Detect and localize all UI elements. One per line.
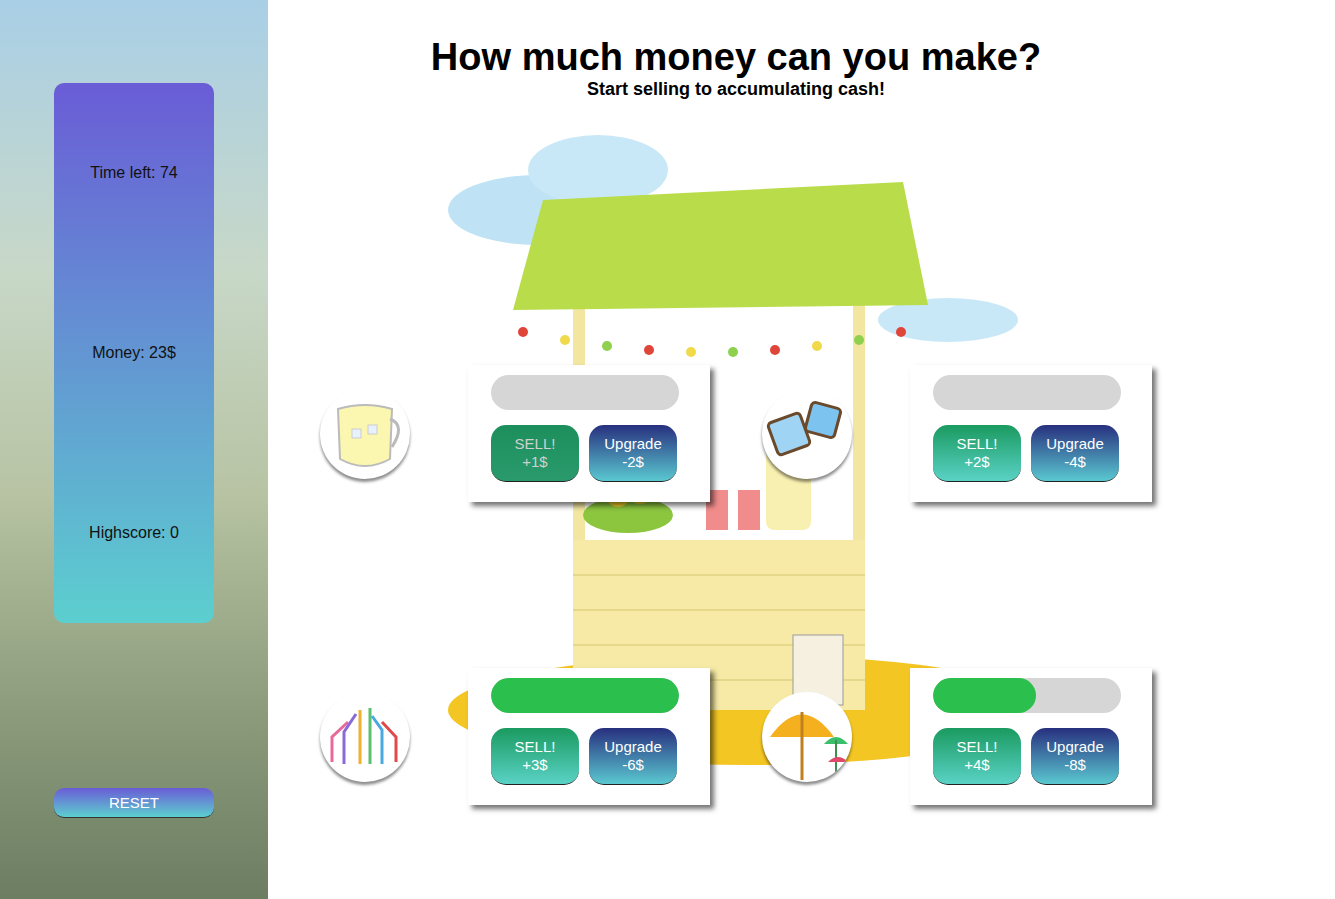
sell-button[interactable]: SELL!+1$ bbox=[491, 425, 579, 482]
upgrade-button[interactable]: Upgrade-8$ bbox=[1031, 728, 1119, 785]
reset-button[interactable]: RESET bbox=[54, 788, 214, 818]
ice-icon bbox=[762, 389, 852, 479]
content: How much money can you make?Start sellin… bbox=[320, 0, 1152, 805]
progress-fill bbox=[491, 678, 679, 713]
pitcher-icon bbox=[320, 389, 410, 479]
stat-text: Highscore: 0 bbox=[89, 524, 179, 542]
upgrade-button[interactable]: Upgrade-2$ bbox=[589, 425, 677, 482]
button-row: SELL!+4$Upgrade-8$ bbox=[933, 728, 1129, 785]
progress-fill bbox=[933, 678, 1036, 713]
sell-button[interactable]: SELL!+4$ bbox=[933, 728, 1021, 785]
shop-item: SELL!+1$Upgrade-2$ bbox=[320, 365, 710, 502]
sell-button[interactable]: SELL!+2$ bbox=[933, 425, 1021, 482]
shop-card: SELL!+1$Upgrade-2$ bbox=[468, 365, 710, 502]
upgrade-button[interactable]: Upgrade-6$ bbox=[589, 728, 677, 785]
progress-bar bbox=[491, 375, 679, 410]
umbrella-icon bbox=[762, 692, 852, 782]
button-row: SELL!+3$Upgrade-6$ bbox=[491, 728, 687, 785]
shop-item: SELL!+2$Upgrade-4$ bbox=[762, 365, 1152, 502]
button-row: SELL!+1$Upgrade-2$ bbox=[491, 425, 687, 482]
main-area: How much money can you make?Start sellin… bbox=[268, 0, 1335, 899]
button-row: SELL!+2$Upgrade-4$ bbox=[933, 425, 1129, 482]
shop-item: SELL!+3$Upgrade-6$ bbox=[320, 668, 710, 805]
upgrade-button[interactable]: Upgrade-4$ bbox=[1031, 425, 1119, 482]
stat-text: Time left: 74 bbox=[90, 164, 177, 182]
sell-button[interactable]: SELL!+3$ bbox=[491, 728, 579, 785]
subtitle: Start selling to accumulating cash! bbox=[320, 79, 1152, 99]
progress-bar bbox=[933, 375, 1121, 410]
game-page: Time left: 74 Money: 23$ Highscore: 0 RESET… bbox=[0, 0, 1335, 899]
shop-grid: SELL!+1$Upgrade-2$SELL!+2$Upgrade-4$SELL… bbox=[320, 365, 1152, 805]
straws-icon bbox=[320, 692, 410, 782]
shop-item: SELL!+4$Upgrade-8$ bbox=[762, 668, 1152, 805]
progress-bar bbox=[933, 678, 1121, 713]
shop-card: SELL!+4$Upgrade-8$ bbox=[910, 668, 1152, 805]
progress-bar bbox=[491, 678, 679, 713]
title: How much money can you make? bbox=[320, 35, 1152, 79]
shop-card: SELL!+2$Upgrade-4$ bbox=[910, 365, 1152, 502]
stats-panel: Time left: 74 Money: 23$ Highscore: 0 bbox=[54, 83, 214, 623]
shop-card: SELL!+3$Upgrade-6$ bbox=[468, 668, 710, 805]
sidebar: Time left: 74 Money: 23$ Highscore: 0 RESET bbox=[0, 0, 268, 899]
stat-text: Money: 23$ bbox=[92, 344, 176, 362]
